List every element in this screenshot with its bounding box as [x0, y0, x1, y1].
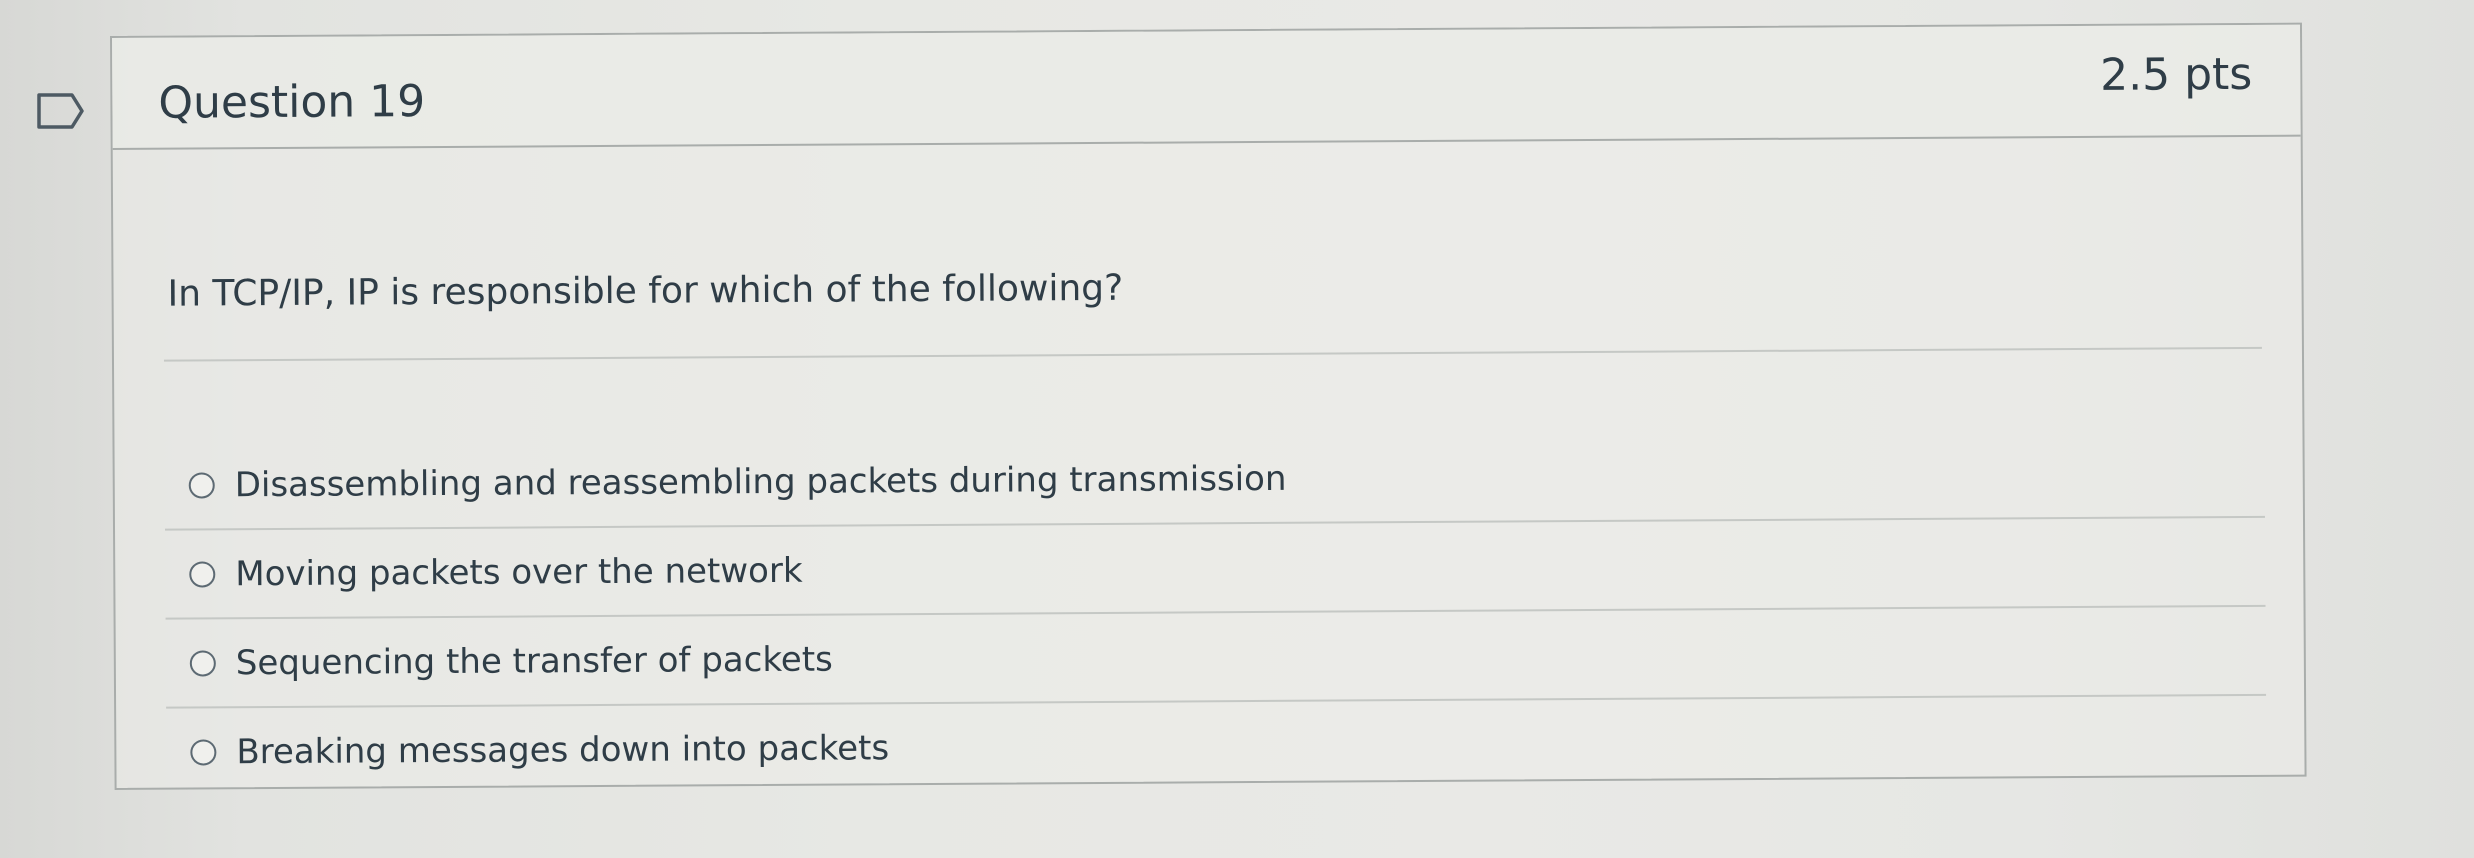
radio-button[interactable] [190, 738, 217, 766]
answer-label[interactable]: Moving packets over the network [235, 550, 803, 593]
radio-button[interactable] [189, 649, 216, 677]
radio-button[interactable] [188, 471, 215, 499]
question-points: 2.5 pts [2100, 48, 2253, 101]
radio-button[interactable] [189, 560, 216, 588]
question-card: Question 19 2.5 pts In TCP/IP, IP is res… [110, 22, 2307, 790]
question-header: Question 19 2.5 pts [112, 24, 2301, 150]
question-title: Question 19 [158, 76, 426, 129]
answer-option[interactable]: Sequencing the transfer of packets [165, 606, 2267, 709]
answer-label[interactable]: Sequencing the transfer of packets [236, 639, 833, 683]
question-divider [163, 346, 2262, 362]
answer-label[interactable]: Breaking messages down into packets [236, 728, 889, 772]
answer-label[interactable]: Disassembling and reassembling packets d… [235, 458, 1287, 504]
answer-option[interactable]: Moving packets over the network [165, 517, 2266, 620]
answer-list: Disassembling and reassembling packets d… [164, 428, 2267, 796]
question-text: In TCP/IP, IP is responsible for which o… [167, 267, 1124, 315]
flag-question-icon[interactable] [36, 92, 86, 130]
answer-option[interactable]: Breaking messages down into packets [166, 696, 2266, 796]
answer-option[interactable]: Disassembling and reassembling packets d… [164, 428, 2265, 531]
